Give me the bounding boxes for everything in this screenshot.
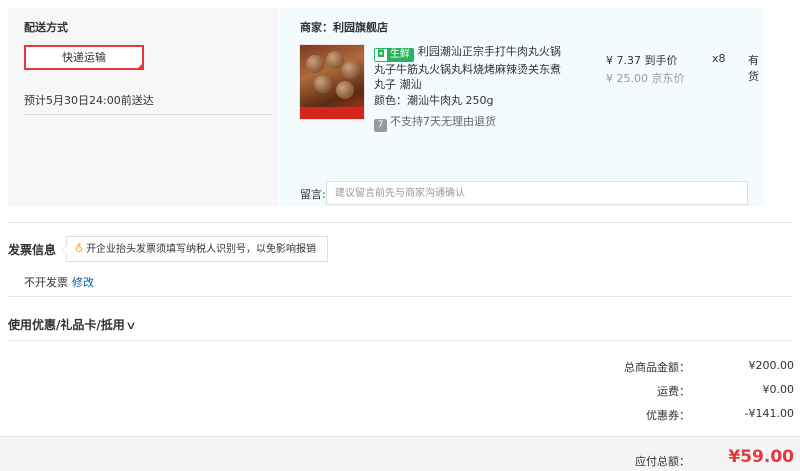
no-return-text: 不支持7天无理由退货 xyxy=(390,115,496,128)
product-image[interactable] xyxy=(299,44,365,120)
subtotal-label: 总商品金额： xyxy=(624,361,690,374)
invoice-value: 不开发票 修改 xyxy=(24,274,94,290)
original-price: ¥ 25.00 京东价 xyxy=(606,72,685,85)
total-bar: 应付总额： ¥59.00 xyxy=(0,436,800,471)
shipping-fee-label: 运费： xyxy=(657,385,690,398)
shipping-fee-value: ¥0.00 xyxy=(762,383,795,396)
invoice-edit-link[interactable]: 修改 xyxy=(72,276,94,289)
coupon-label: 使用优惠/礼品卡/抵用 xyxy=(8,318,125,332)
message-input[interactable] xyxy=(326,181,748,205)
divider xyxy=(24,114,272,115)
shipping-method-label: 快递运输 xyxy=(62,51,106,64)
message-label: 留言: xyxy=(300,188,326,201)
order-block: 配送方式 快递运输 预计5月30日24:00前送达 商家：利园旗舰店 ◘ 生鲜 利园… xyxy=(8,8,764,206)
quantity: x8 xyxy=(712,52,726,65)
divider xyxy=(8,296,792,297)
meatball-shape xyxy=(336,81,354,99)
invoice-title: 发票信息 xyxy=(8,243,57,257)
meatball-shape xyxy=(314,75,332,93)
image-banner xyxy=(300,107,364,119)
lightbulb-icon: ♁ xyxy=(75,242,84,255)
coupon-discount-label: 优惠券： xyxy=(646,409,690,422)
selected-corner-icon xyxy=(136,62,144,70)
total-label: 应付总额： xyxy=(635,455,690,468)
chevron-down-icon: ∨ xyxy=(125,319,137,332)
divider xyxy=(8,340,792,341)
no-return-notice: 7 不支持7天无理由退货 xyxy=(374,113,496,132)
meatball-shape xyxy=(326,51,344,69)
subtotal-value: ¥200.00 xyxy=(748,359,795,372)
invoice-tip-text: 开企业抬头发票须填写纳税人识别号，以免影响报销 xyxy=(86,244,317,255)
shop-name: 商家：利园旗舰店 xyxy=(300,21,388,34)
shipping-panel: 配送方式 快递运输 预计5月30日24:00前送达 xyxy=(8,8,278,206)
delivery-eta: 预计5月30日24:00前送达 xyxy=(24,94,154,107)
product-panel: 商家：利园旗舰店 ◘ 生鲜 利园潮汕正宗手打牛肉丸火锅丸子牛筋丸火锅丸料烧烤麻辣烫关… xyxy=(280,8,764,206)
invoice-type: 不开发票 xyxy=(24,276,68,289)
coupon-toggle[interactable]: 使用优惠/礼品卡/抵用∨ xyxy=(8,316,137,333)
fresh-icon: ◘ xyxy=(375,49,387,61)
no-return-icon: 7 xyxy=(374,119,387,132)
product-title-row[interactable]: ◘ 生鲜 利园潮汕正宗手打牛肉丸火锅丸子牛筋丸火锅丸料烧烤麻辣烫关东煮丸子 潮汕 xyxy=(374,44,570,92)
meatball-shape xyxy=(306,55,324,73)
final-price: ¥ 7.37 到手价 xyxy=(606,54,678,67)
meatball-shape xyxy=(342,61,360,79)
product-color: 颜色：潮汕牛肉丸 250g xyxy=(374,94,494,107)
shipping-title: 配送方式 xyxy=(24,21,68,34)
total-value: ¥59.00 xyxy=(728,447,794,467)
fresh-badge: ◘ 生鲜 xyxy=(374,48,414,62)
invoice-tip: ♁ 开企业抬头发票须填写纳税人识别号，以免影响报销 xyxy=(61,236,328,262)
coupon-discount-value: -¥141.00 xyxy=(744,407,794,420)
stock-status: 有货 xyxy=(748,54,759,83)
shipping-method-button[interactable]: 快递运输 xyxy=(24,45,144,70)
divider xyxy=(8,222,792,223)
